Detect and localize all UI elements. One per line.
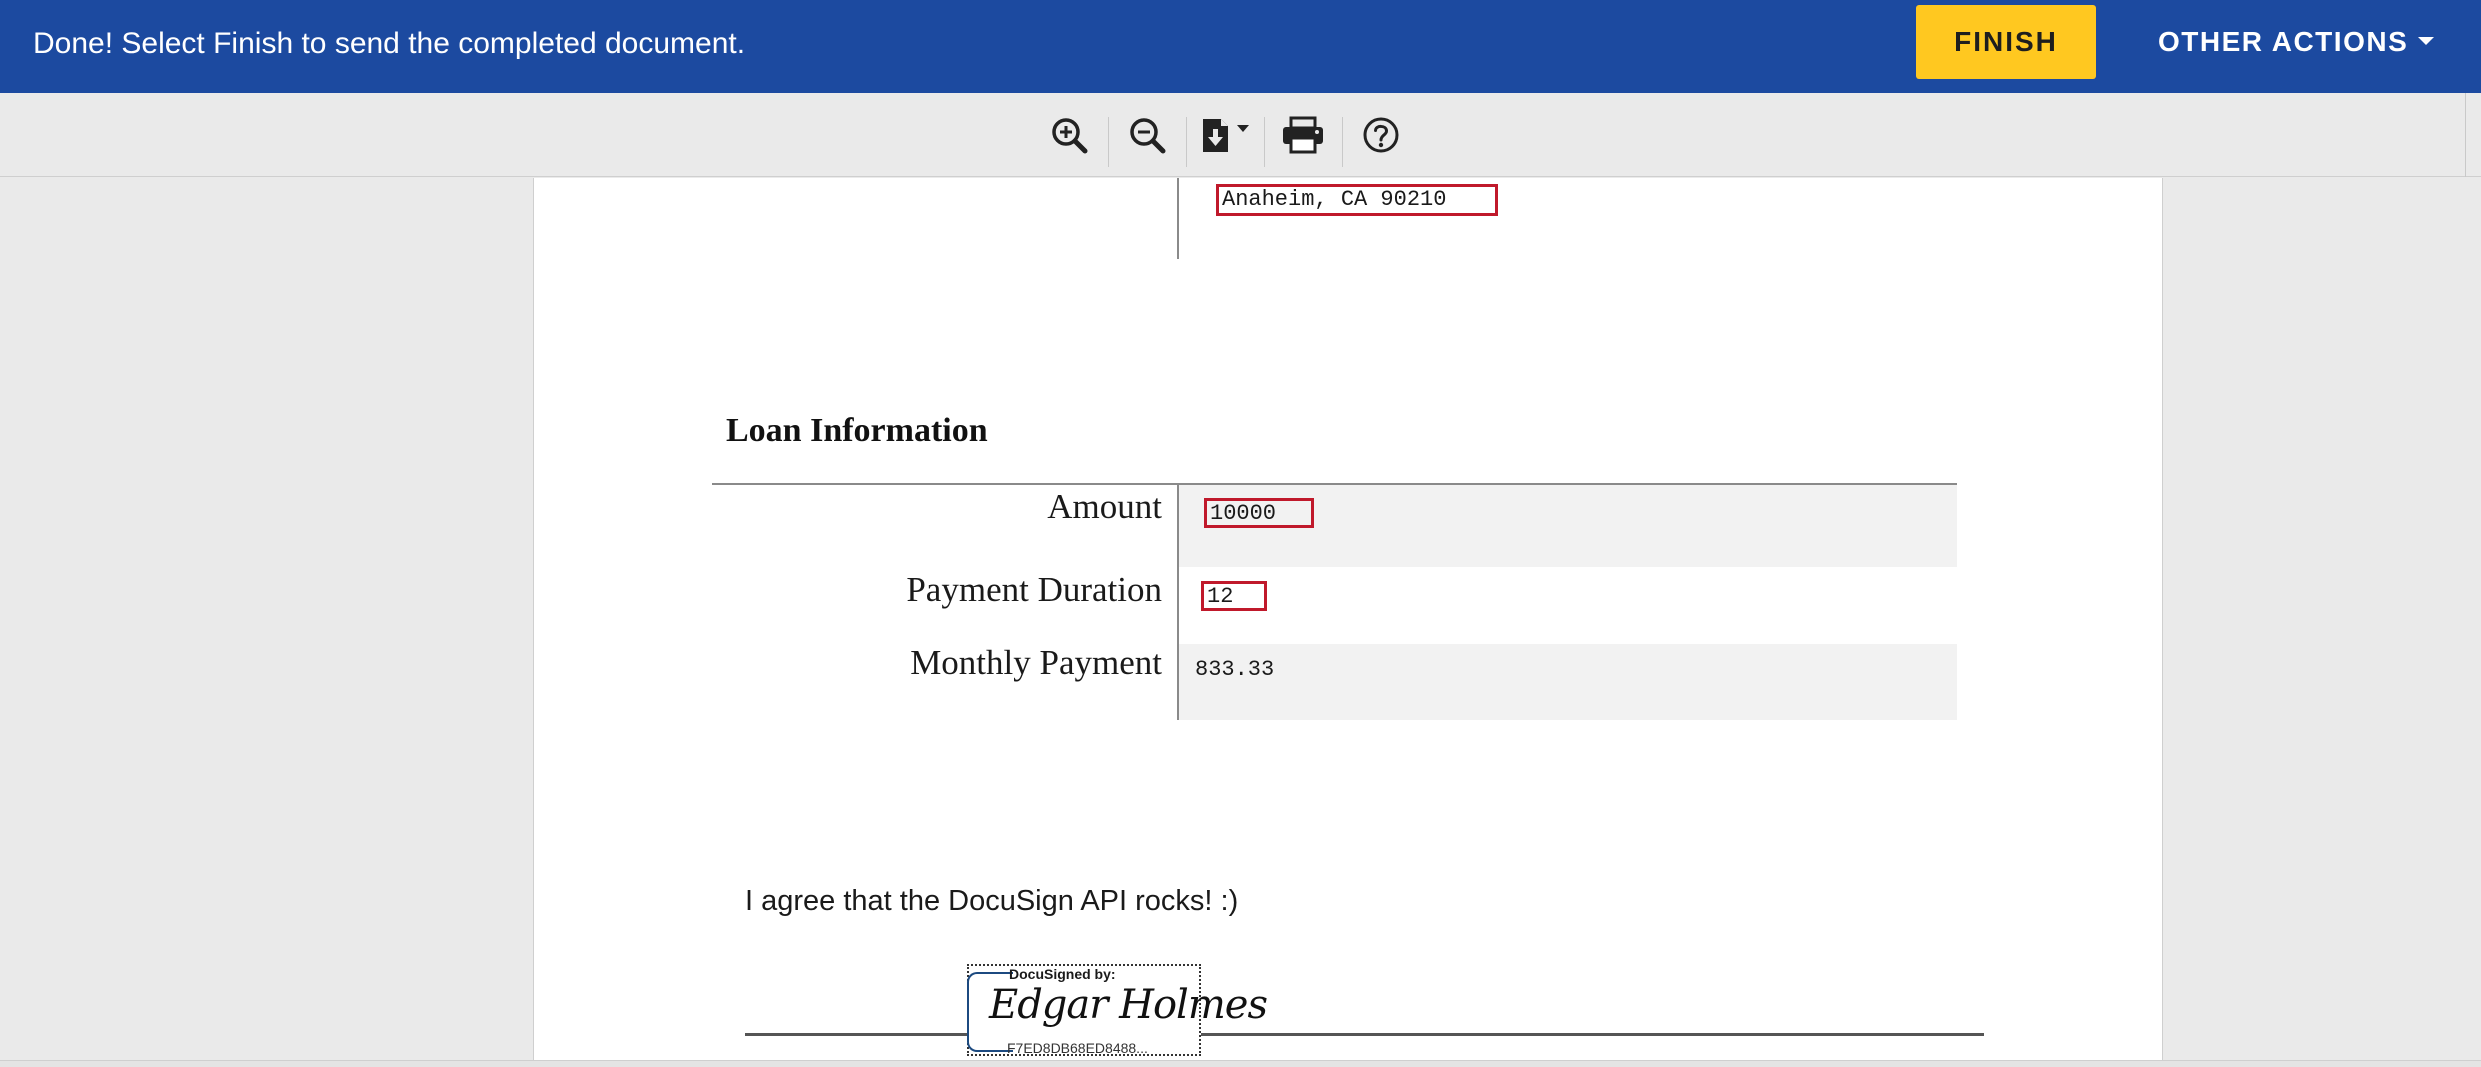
help-circle-icon xyxy=(1363,117,1399,153)
document-page: Anaheim, CA 90210 Loan Information Amoun… xyxy=(533,178,2163,1060)
zoom-in-icon xyxy=(1052,118,1088,154)
printer-icon xyxy=(1283,116,1323,154)
finish-button[interactable]: FINISH xyxy=(1916,5,2096,79)
section-title: Loan Information xyxy=(726,412,988,449)
toolbar-divider xyxy=(1186,117,1187,167)
document-viewport[interactable]: Anaheim, CA 90210 Loan Information Amoun… xyxy=(0,178,2481,1060)
completion-banner: Done! Select Finish to send the complete… xyxy=(0,0,2481,93)
amount-field[interactable]: 10000 xyxy=(1204,498,1314,528)
zoom-out-button[interactable] xyxy=(1124,93,1170,177)
download-button[interactable] xyxy=(1196,93,1256,177)
toolbar-divider xyxy=(2465,93,2466,177)
zoom-in-button[interactable] xyxy=(1046,93,1092,177)
payment-duration-field[interactable]: 12 xyxy=(1201,581,1267,611)
help-button[interactable] xyxy=(1356,93,1406,177)
signature-name: Edgar Holmes xyxy=(989,982,1268,1028)
table-divider xyxy=(1177,178,1179,259)
signature-block[interactable]: DocuSigned by: Edgar Holmes F7ED8DB68ED8… xyxy=(967,964,1268,1056)
other-actions-button[interactable]: OTHER ACTIONS xyxy=(2158,22,2435,62)
monthly-payment-value: 833.33 xyxy=(1195,657,1275,682)
amount-label: Amount xyxy=(1047,487,1162,526)
signature-id: F7ED8DB68ED8488... xyxy=(1007,1040,1148,1056)
table-row-background xyxy=(1179,644,1957,720)
agreement-text: I agree that the DocuSign API rocks! :) xyxy=(745,885,1239,917)
toolbar-divider xyxy=(1108,117,1109,167)
payment-duration-label: Payment Duration xyxy=(906,570,1162,609)
monthly-payment-label: Monthly Payment xyxy=(910,643,1162,682)
chevron-down-icon xyxy=(2418,36,2435,45)
address-field[interactable]: Anaheim, CA 90210 xyxy=(1216,184,1498,216)
toolbar-divider xyxy=(1342,117,1343,167)
zoom-out-icon xyxy=(1130,118,1166,154)
toolbar-divider xyxy=(1264,117,1265,167)
other-actions-label: OTHER ACTIONS xyxy=(2158,26,2409,57)
download-document-icon xyxy=(1203,119,1249,152)
document-toolbar xyxy=(0,93,2481,177)
completion-message: Done! Select Finish to send the complete… xyxy=(33,27,746,60)
signature-header: DocuSigned by: xyxy=(1009,966,1116,982)
print-button[interactable] xyxy=(1278,93,1328,177)
bottom-edge xyxy=(0,1060,2481,1067)
signature-line xyxy=(745,1033,1984,1036)
table-divider xyxy=(1177,485,1179,720)
